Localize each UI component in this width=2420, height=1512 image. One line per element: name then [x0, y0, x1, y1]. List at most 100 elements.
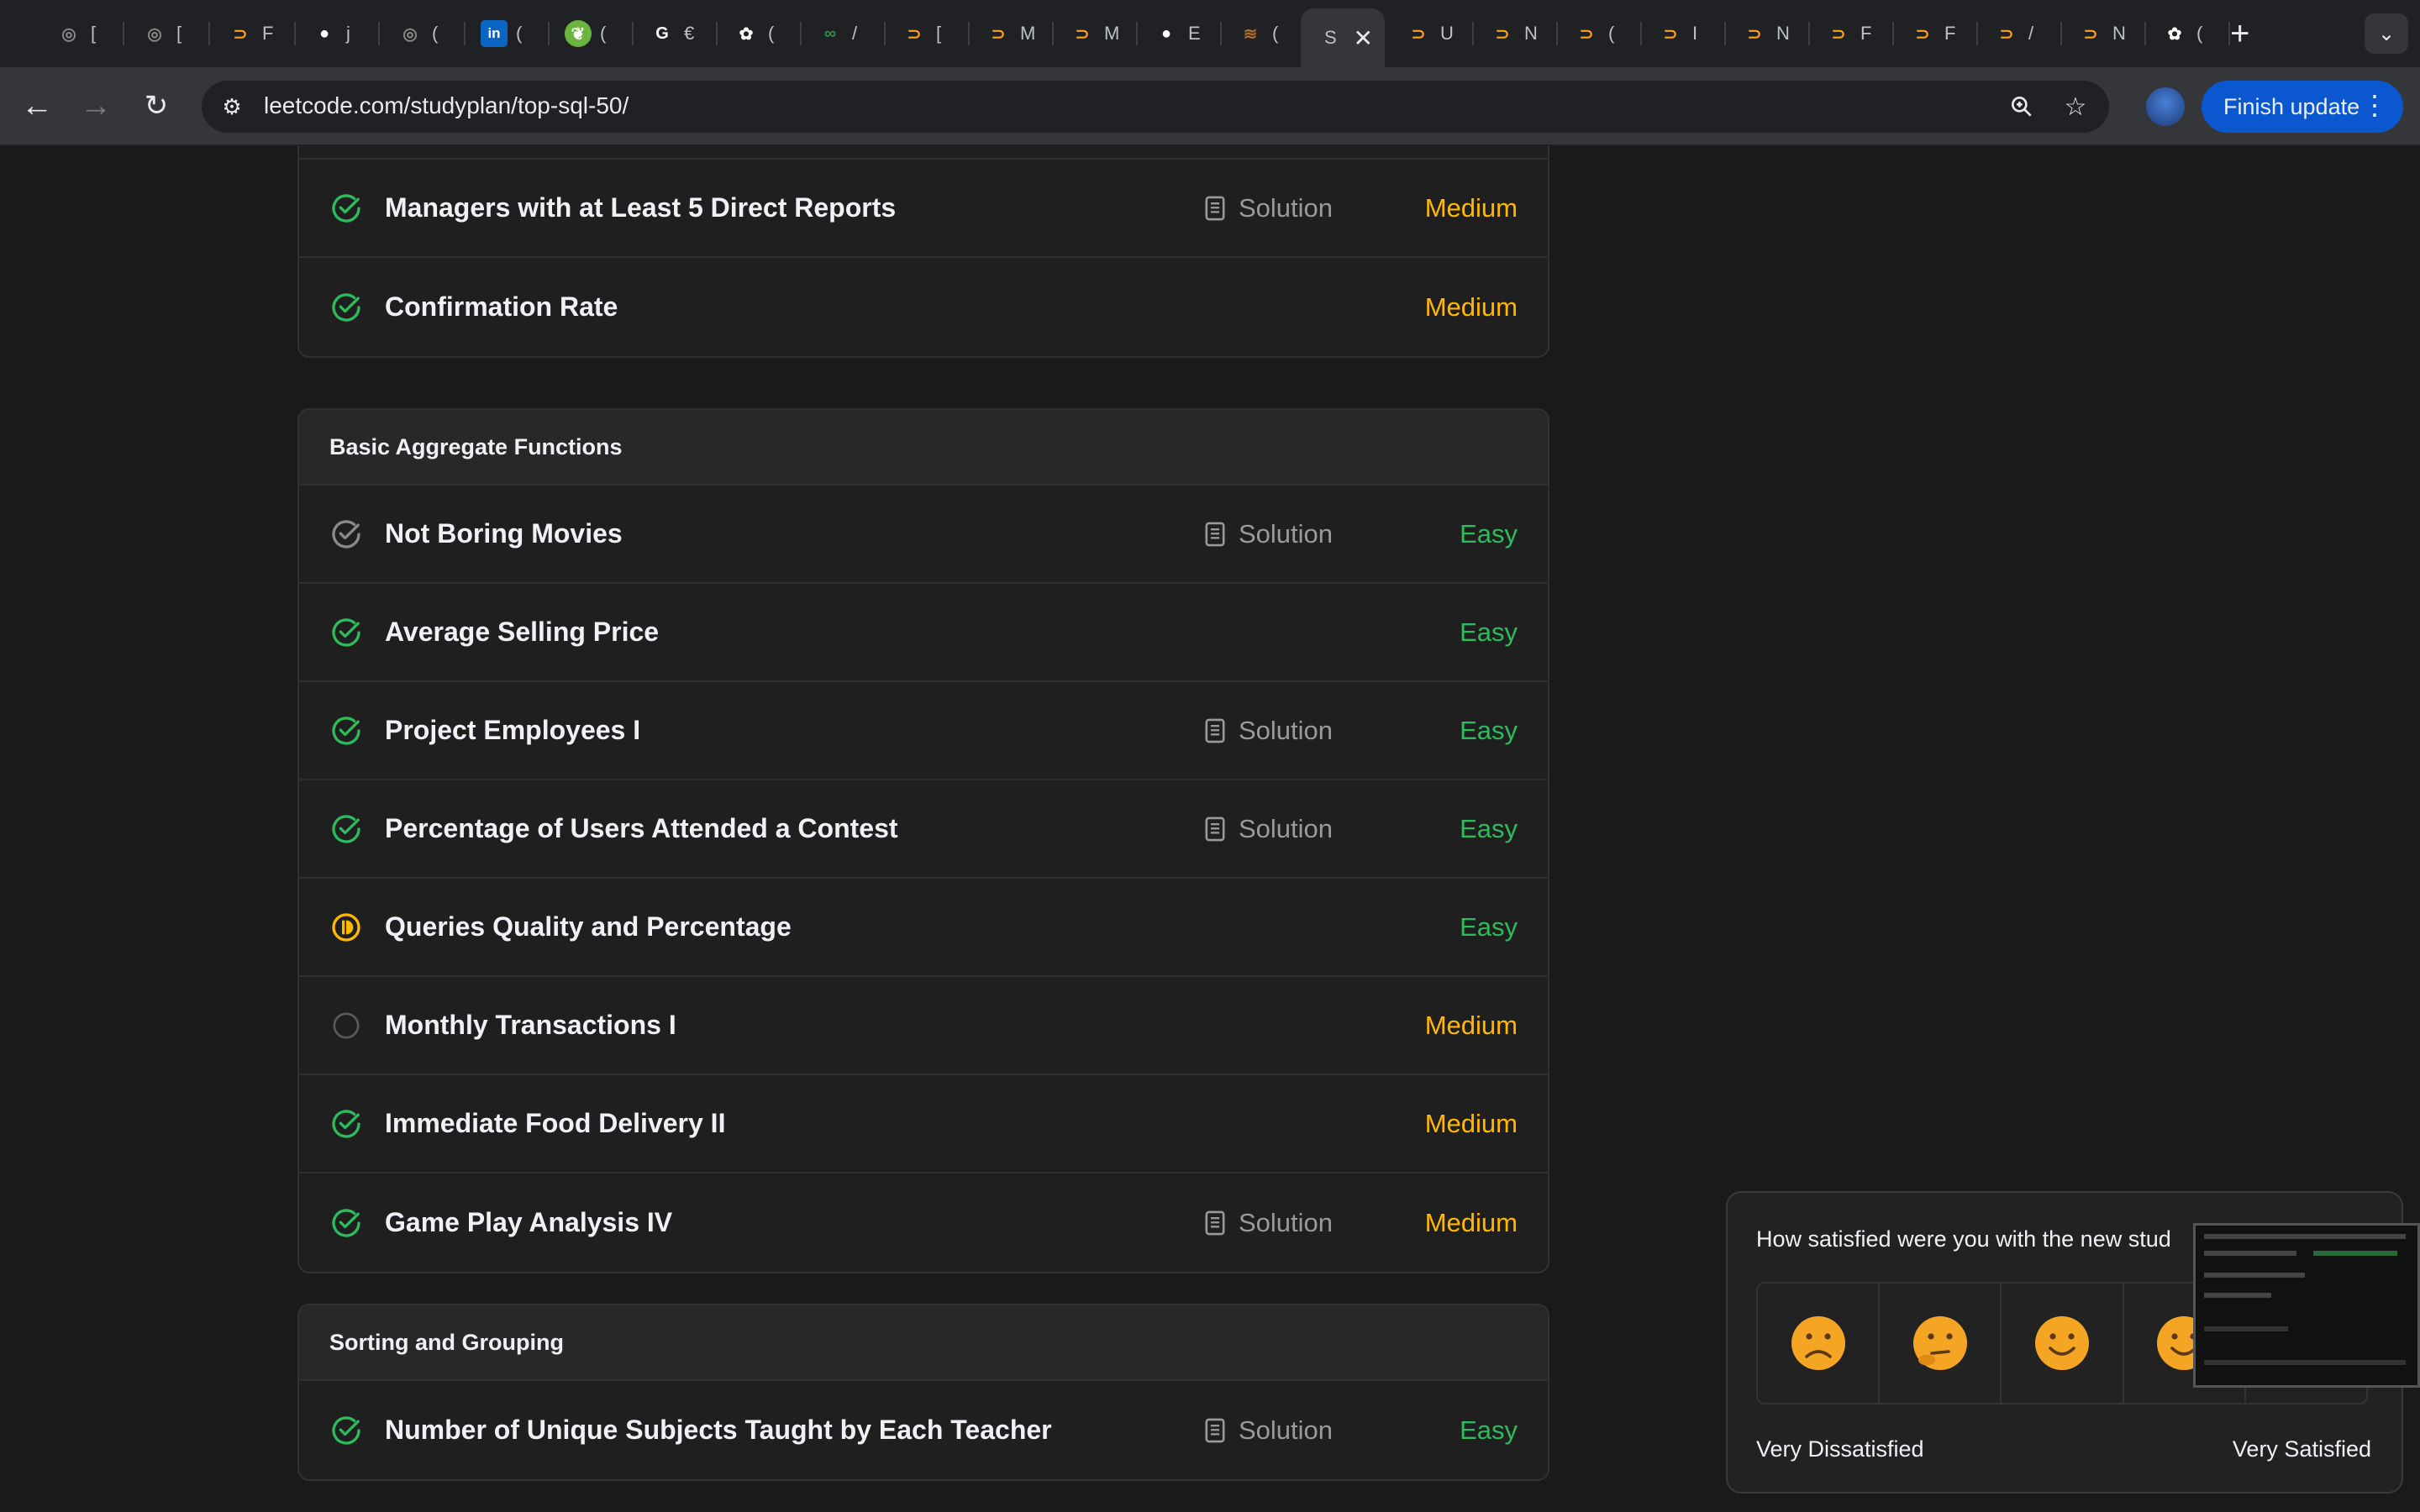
- leetcode-icon: ⊃: [1411, 24, 1426, 44]
- browser-tab[interactable]: ⊃ M: [1054, 12, 1138, 55]
- browser-tab[interactable]: in (: [466, 12, 550, 55]
- browser-tab[interactable]: ⊃ F: [1894, 12, 1978, 55]
- solution-doc-icon: [1205, 522, 1225, 546]
- unsolved-circle-icon: [333, 1012, 360, 1038]
- close-tab-icon[interactable]: ✕: [1354, 24, 1373, 52]
- profile-avatar[interactable]: [2146, 87, 2185, 126]
- browser-tab[interactable]: ≋(: [1222, 12, 1306, 55]
- browser-tab[interactable]: ⊃ F: [212, 12, 296, 55]
- bookmark-star-icon[interactable]: ☆: [2059, 92, 2092, 122]
- browser-tab[interactable]: G €: [634, 12, 718, 55]
- browser-tab[interactable]: ⊃ U: [1390, 12, 1474, 55]
- problem-title[interactable]: Game Play Analysis IV: [385, 1207, 672, 1238]
- forward-icon[interactable]: →: [76, 86, 116, 126]
- problem-row[interactable]: Project Employees I Solution Easy: [299, 682, 1548, 780]
- browser-tab[interactable]: ⊃ /: [1978, 12, 2062, 55]
- gfg-icon: ∞: [823, 24, 837, 43]
- satisfaction-option[interactable]: [1880, 1284, 2002, 1403]
- problem-row[interactable]: Percentage of Users Attended a Contest So…: [299, 780, 1548, 879]
- leetcode-icon: ⊃: [1915, 24, 1930, 44]
- new-tab-button[interactable]: +: [2230, 15, 2249, 52]
- solution-link[interactable]: Solution: [1203, 193, 1333, 223]
- problem-title[interactable]: Managers with at Least 5 Direct Reports: [385, 192, 896, 223]
- browser-tab[interactable]: ⊃ I: [1642, 12, 1726, 55]
- browser-tab[interactable]: ◎(: [381, 12, 466, 55]
- browser-tab[interactable]: ◎[: [40, 12, 124, 55]
- browser-tab[interactable]: ⊃ N: [2062, 12, 2146, 55]
- leetcode-icon: ⊃: [1663, 24, 1678, 44]
- difficulty-badge: Medium: [1424, 192, 1518, 223]
- problem-title[interactable]: Project Employees I: [385, 715, 640, 746]
- section-title[interactable]: Basic Aggregate Functions: [299, 410, 1548, 486]
- tab-title: S: [1324, 27, 1337, 48]
- browser-tab[interactable]: ⊃ M: [970, 12, 1054, 55]
- problem-title[interactable]: Average Selling Price: [385, 617, 659, 648]
- problem-row[interactable]: Not Boring Movies Solution Easy: [299, 486, 1548, 584]
- problem-title[interactable]: Immediate Food Delivery II: [385, 1108, 725, 1139]
- problem-row[interactable]: Queries Quality and Percentage Easy: [299, 879, 1548, 977]
- difficulty-badge: Medium: [1424, 1010, 1518, 1040]
- very-satisfied-label: Very Satisfied: [2232, 1436, 2371, 1462]
- solution-link[interactable]: Solution: [1203, 1208, 1333, 1238]
- problem-row[interactable]: Immediate Food Delivery II Medium: [299, 1075, 1548, 1173]
- problem-row[interactable]: Monthly Transactions I Medium: [299, 977, 1548, 1075]
- problem-row[interactable]: Managers with at Least 5 Direct Reports S…: [299, 160, 1548, 258]
- section-title[interactable]: Sorting and Grouping: [299, 1305, 1548, 1381]
- browser-tab[interactable]: ∞ /: [802, 12, 886, 55]
- solution-link[interactable]: Solution: [1203, 814, 1333, 844]
- browser-tab[interactable]: ⊃(: [1558, 12, 1642, 55]
- section-card-basic-aggregate-functions: Basic Aggregate Functions Not Boring Movi…: [297, 408, 1549, 1273]
- tab-title: F: [1860, 23, 1872, 44]
- solution-link[interactable]: Solution: [1203, 716, 1333, 746]
- browser-tab[interactable]: ⊃ N: [1726, 12, 1810, 55]
- browser-tab[interactable]: ● j: [296, 12, 380, 55]
- browser-tab[interactable]: S ✕: [1301, 8, 1385, 67]
- solution-label: Solution: [1239, 813, 1334, 843]
- browser-tab[interactable]: ⊃ N: [1474, 12, 1558, 55]
- problem-title[interactable]: Number of Unique Subjects Taught by Each…: [385, 1415, 1052, 1446]
- browser-tab[interactable]: ● E: [1138, 12, 1222, 55]
- zoom-icon[interactable]: [2005, 92, 2039, 122]
- problem-row[interactable]: Average Selling Price Easy: [299, 584, 1548, 682]
- satisfaction-option[interactable]: [1758, 1284, 1881, 1403]
- solution-label: Solution: [1239, 1207, 1334, 1237]
- reload-icon[interactable]: ↻: [136, 86, 176, 126]
- problem-row[interactable]: Game Play Analysis IV Solution Medium: [299, 1173, 1548, 1272]
- browser-tab[interactable]: ⊃ F: [1810, 12, 1894, 55]
- problem-title[interactable]: Queries Quality and Percentage: [385, 911, 792, 942]
- finish-update-button[interactable]: Finish update ⋮: [2202, 81, 2403, 133]
- more-menu-icon[interactable]: ⋮: [2361, 89, 2388, 121]
- browser-tab[interactable]: ❦(: [550, 12, 634, 55]
- circle-logo-icon: ◎: [147, 24, 162, 44]
- tab-title: M: [1020, 23, 1036, 44]
- tab-title: /: [852, 23, 858, 44]
- github-icon: ●: [1160, 24, 1172, 43]
- tab-title: N: [2112, 23, 2126, 44]
- problem-row[interactable]: Confirmation Rate Medium: [299, 258, 1548, 356]
- back-icon[interactable]: ←: [17, 86, 57, 126]
- problem-title[interactable]: Not Boring Movies: [385, 518, 623, 549]
- browser-tab[interactable]: ◎[: [126, 12, 210, 55]
- browser-tab[interactable]: ⊃[: [886, 12, 970, 55]
- browser-tab[interactable]: ✿(: [2146, 12, 2230, 55]
- url-text[interactable]: leetcode.com/studyplan/top-sql-50/: [264, 92, 629, 119]
- satisfaction-option[interactable]: [2002, 1284, 2124, 1403]
- problem-title[interactable]: Confirmation Rate: [385, 291, 618, 323]
- address-bar[interactable]: ⚙ leetcode.com/studyplan/top-sql-50/ ☆: [202, 81, 2109, 133]
- tab-title: (: [1272, 23, 1279, 44]
- site-info-icon[interactable]: ⚙: [217, 92, 247, 122]
- browser-tab[interactable]: ✿(: [718, 12, 802, 55]
- tab-title: F: [1944, 23, 1956, 44]
- screenshot-preview-thumbnail[interactable]: [2193, 1223, 2420, 1388]
- difficulty-badge: Easy: [1460, 518, 1518, 549]
- tab-search-button[interactable]: ⌄: [2365, 13, 2408, 54]
- solution-link[interactable]: Solution: [1203, 519, 1333, 549]
- problem-title[interactable]: Percentage of Users Attended a Contest: [385, 813, 898, 844]
- difficulty-badge: Easy: [1460, 715, 1518, 745]
- problem-title[interactable]: Monthly Transactions I: [385, 1010, 676, 1041]
- solution-doc-icon: [1205, 718, 1225, 743]
- tab-separator: [123, 22, 124, 45]
- solution-link[interactable]: Solution: [1203, 1415, 1333, 1446]
- tab-title: [: [91, 23, 97, 44]
- problem-row[interactable]: Number of Unique Subjects Taught by Each…: [299, 1381, 1548, 1479]
